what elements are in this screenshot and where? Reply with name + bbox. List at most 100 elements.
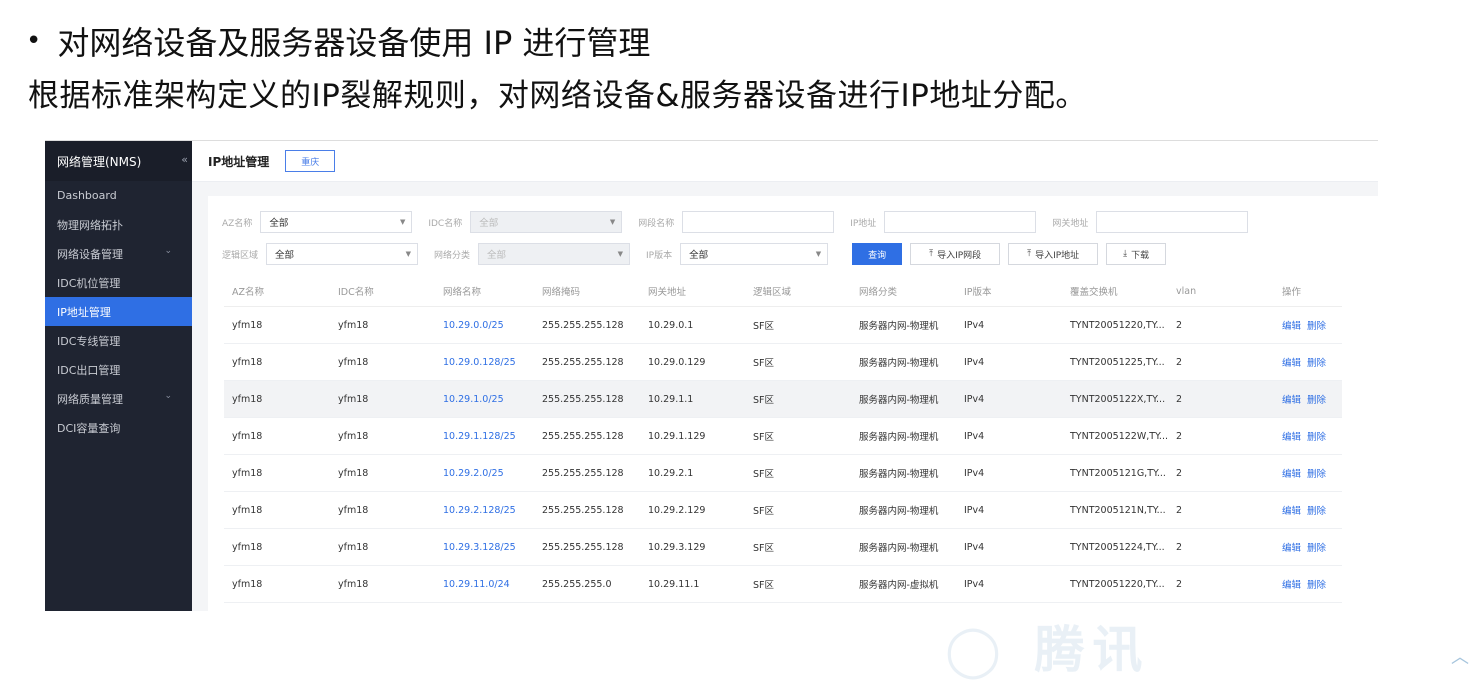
segment-input[interactable] bbox=[682, 211, 835, 233]
sidebar-item-network-quality[interactable]: 网络质量管理 ⌄ bbox=[45, 384, 192, 413]
sidebar-item-topology[interactable]: 物理网络拓扑 bbox=[45, 210, 192, 239]
import-segment-button[interactable]: ⤒ 导入IP网段 bbox=[910, 243, 1001, 265]
scroll-up-icon[interactable]: ︿ bbox=[1451, 643, 1469, 669]
delete-link[interactable]: 删除 bbox=[1307, 580, 1326, 591]
ip-label: IP地址 bbox=[850, 218, 877, 229]
table-cell: IPv4 bbox=[956, 454, 1062, 492]
network-link[interactable]: 10.29.0.128/25 bbox=[435, 343, 534, 381]
network-link[interactable]: 10.29.2.0/25 bbox=[435, 454, 534, 492]
table-cell: SF区 bbox=[745, 343, 851, 381]
sidebar-item-idc-egress[interactable]: IDC出口管理 bbox=[45, 355, 192, 384]
col-idc: IDC名称 bbox=[330, 276, 435, 307]
table-cell: 服务器内网-物理机 bbox=[851, 491, 956, 529]
gateway-input[interactable] bbox=[1096, 211, 1249, 233]
table-row: yfm18 yfm18 10.29.0.0/25 255.255.255.128 10.… bbox=[224, 306, 1342, 344]
table-cell: 2 bbox=[1167, 528, 1274, 566]
sidebar-item-ip-management[interactable]: IP地址管理 bbox=[45, 297, 192, 326]
gateway-label: 网关地址 bbox=[1052, 218, 1089, 229]
sidebar-item-idc-rack[interactable]: IDC机位管理 bbox=[45, 268, 192, 297]
network-link[interactable]: 10.29.1.0/25 bbox=[435, 380, 534, 418]
table-row: yfm18 yfm18 10.29.11.0/24 255.255.255.0 10.2… bbox=[224, 565, 1342, 603]
edit-link[interactable]: 编辑 bbox=[1282, 358, 1301, 369]
edit-link[interactable]: 编辑 bbox=[1282, 543, 1301, 554]
table-cell: yfm18 bbox=[224, 528, 330, 566]
row-actions: 编辑 删除 bbox=[1273, 565, 1342, 603]
edit-link[interactable]: 编辑 bbox=[1282, 321, 1301, 332]
idc-label: IDC名称 bbox=[428, 218, 463, 229]
delete-link[interactable]: 删除 bbox=[1307, 432, 1326, 443]
download-button[interactable]: ⤓ 下载 bbox=[1106, 243, 1167, 265]
row-actions: 编辑 删除 bbox=[1273, 343, 1342, 381]
delete-link[interactable]: 删除 bbox=[1307, 543, 1326, 554]
sidebar-item-dci-capacity[interactable]: DCI容量查询 bbox=[45, 413, 192, 442]
ipver-select[interactable]: 全部 ▼ bbox=[680, 243, 829, 265]
import-ip-button[interactable]: ⤒ 导入IP地址 bbox=[1008, 243, 1099, 265]
ip-input[interactable] bbox=[884, 211, 1037, 233]
az-select[interactable]: 全部 ▼ bbox=[260, 211, 413, 233]
table-cell: TYNT2005121N,TY... bbox=[1062, 491, 1168, 529]
network-link[interactable]: 10.29.0.0/25 bbox=[435, 306, 534, 344]
table-cell: 服务器内网-物理机 bbox=[851, 528, 956, 566]
delete-link[interactable]: 删除 bbox=[1307, 506, 1326, 517]
page-header: IP地址管理 重庆 bbox=[192, 141, 1378, 182]
row-actions: 编辑 删除 bbox=[1273, 306, 1342, 344]
nms-app-window: 网络管理(NMS) « Dashboard 物理网络拓扑 网络设备管理 ⌄ IDC… bbox=[45, 140, 1378, 611]
table-cell: 10.29.1.129 bbox=[640, 417, 745, 455]
query-button[interactable]: 查询 bbox=[852, 243, 903, 265]
sidebar-item-label: IDC出口管理 bbox=[57, 363, 121, 377]
chevron-down-icon: ⌄ bbox=[164, 391, 172, 401]
sidebar-item-label: Dashboard bbox=[57, 189, 117, 202]
table-cell: 255.255.255.128 bbox=[534, 343, 640, 381]
edit-link[interactable]: 编辑 bbox=[1282, 506, 1301, 517]
table-cell: IPv4 bbox=[956, 417, 1062, 455]
collapse-sidebar-icon[interactable]: « bbox=[181, 153, 188, 166]
table-cell: 10.29.1.1 bbox=[640, 380, 745, 418]
zone-select[interactable]: 全部 ▼ bbox=[266, 243, 419, 265]
col-az: AZ名称 bbox=[224, 276, 330, 307]
table-cell: yfm18 bbox=[224, 306, 330, 344]
edit-link[interactable]: 编辑 bbox=[1282, 432, 1301, 443]
sidebar-item-label: 网络质量管理 bbox=[57, 392, 123, 406]
delete-link[interactable]: 删除 bbox=[1307, 358, 1326, 369]
netclass-select[interactable]: 全部 ▼ bbox=[478, 243, 631, 265]
table-cell: 10.29.3.129 bbox=[640, 528, 745, 566]
table-cell: TYNT20051225,TY... bbox=[1062, 343, 1168, 381]
table-cell: SF区 bbox=[745, 491, 851, 529]
table-cell: TYNT2005121G,TY... bbox=[1062, 454, 1168, 492]
sidebar-item-dashboard[interactable]: Dashboard bbox=[45, 181, 192, 210]
ipver-label: IP版本 bbox=[646, 250, 673, 261]
network-link[interactable]: 10.29.3.128/25 bbox=[435, 528, 534, 566]
table-cell: IPv4 bbox=[956, 528, 1062, 566]
table-cell: SF区 bbox=[745, 454, 851, 492]
city-button[interactable]: 重庆 bbox=[285, 150, 336, 172]
table-cell: SF区 bbox=[745, 417, 851, 455]
table-cell: 255.255.255.128 bbox=[534, 454, 640, 492]
table-cell: 10.29.0.129 bbox=[640, 343, 745, 381]
edit-link[interactable]: 编辑 bbox=[1282, 580, 1301, 591]
idc-select[interactable]: 全部 ▼ bbox=[470, 211, 623, 233]
delete-link[interactable]: 删除 bbox=[1307, 395, 1326, 406]
delete-link[interactable]: 删除 bbox=[1307, 321, 1326, 332]
network-link[interactable]: 10.29.1.128/25 bbox=[435, 417, 534, 455]
table-cell: IPv4 bbox=[956, 306, 1062, 344]
edit-link[interactable]: 编辑 bbox=[1282, 395, 1301, 406]
sidebar-item-label: DCI容量查询 bbox=[57, 421, 121, 435]
zone-label: 逻辑区域 bbox=[222, 250, 259, 261]
table-cell: 255.255.255.128 bbox=[534, 306, 640, 344]
delete-link[interactable]: 删除 bbox=[1307, 469, 1326, 480]
table-cell: 2 bbox=[1167, 565, 1274, 603]
caret-down-icon: ▼ bbox=[617, 250, 624, 258]
page-title: IP地址管理 bbox=[208, 154, 270, 169]
sidebar-item-idc-leased-line[interactable]: IDC专线管理 bbox=[45, 326, 192, 355]
segment-label: 网段名称 bbox=[638, 218, 675, 229]
sidebar: 网络管理(NMS) « Dashboard 物理网络拓扑 网络设备管理 ⌄ IDC… bbox=[45, 141, 192, 611]
table-cell: IPv4 bbox=[956, 565, 1062, 603]
sidebar-item-device-management[interactable]: 网络设备管理 ⌄ bbox=[45, 239, 192, 268]
table-cell: 服务器内网-物理机 bbox=[851, 454, 956, 492]
col-gateway: 网关地址 bbox=[640, 276, 745, 307]
edit-link[interactable]: 编辑 bbox=[1282, 469, 1301, 480]
network-link[interactable]: 10.29.11.0/24 bbox=[435, 565, 534, 603]
filter-row-2: 逻辑区域 全部 ▼ 网络分类 全部 ▼ IP版本 全部 ▼ 查询 ⤒ 导入IP网段 ⤒ 导… bbox=[222, 243, 1167, 265]
network-link[interactable]: 10.29.2.128/25 bbox=[435, 491, 534, 529]
import-ip-label: 导入IP地址 bbox=[1035, 250, 1080, 261]
